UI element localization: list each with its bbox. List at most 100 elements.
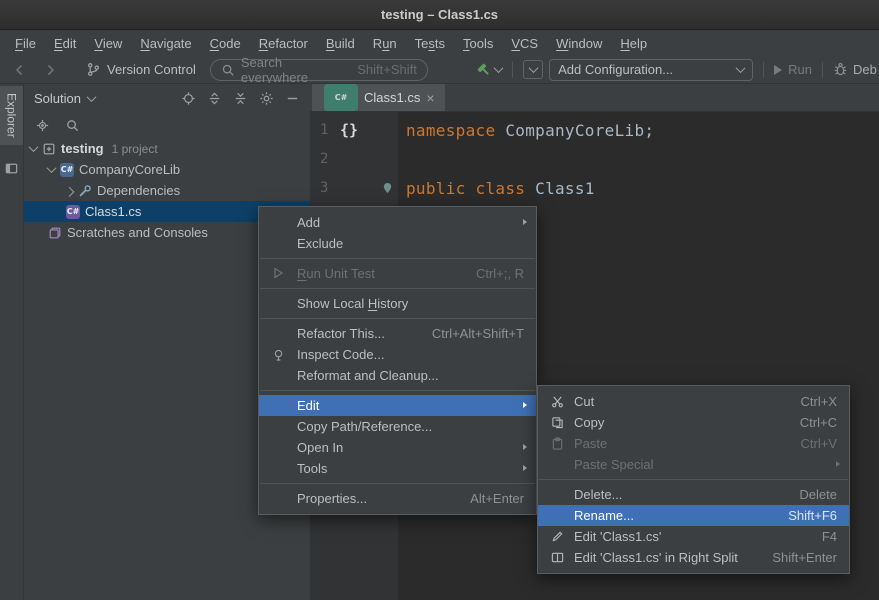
menu-item-paste: Paste Ctrl+V [538, 433, 849, 454]
menu-item-inspect-code[interactable]: Inspect Code... [259, 344, 536, 365]
chevron-right-icon[interactable] [65, 187, 75, 197]
debug-button[interactable]: Deb [833, 62, 879, 77]
menu-tests[interactable]: Tests [406, 33, 454, 54]
menu-file[interactable]: File [6, 33, 45, 54]
menu-item-label: Open In [297, 440, 343, 455]
menu-item-label: Rename... [574, 508, 634, 523]
titlebar[interactable]: testing – Class1.cs [0, 0, 879, 30]
menu-item-rename[interactable]: Rename... Shift+F6 [538, 505, 849, 526]
chevron-down-icon[interactable] [47, 163, 57, 173]
toolbar: Version Control Search everywhere Shift+… [0, 56, 879, 84]
tree-item-label: Dependencies [97, 183, 180, 198]
tree-item-label: CompanyCoreLib [79, 162, 180, 177]
collapse-all-button[interactable] [233, 91, 248, 106]
solution-icon [42, 142, 56, 156]
expand-all-button[interactable] [207, 91, 222, 106]
menu-item-copy[interactable]: Copy Ctrl+C [538, 412, 849, 433]
version-control-button[interactable]: Version Control [86, 62, 196, 77]
window-title: testing – Class1.cs [381, 7, 498, 22]
debug-button-label: Deb [853, 62, 877, 77]
toolbar-separator [822, 62, 823, 78]
explorer-tool-button[interactable]: Explorer [0, 86, 23, 145]
menu-item-copy-path-reference[interactable]: Copy Path/Reference... [259, 416, 536, 437]
menu-code[interactable]: Code [201, 33, 250, 54]
back-button[interactable] [12, 62, 28, 78]
run-config-chevron-button[interactable] [523, 60, 543, 79]
menu-item-shortcut: Delete [775, 487, 837, 502]
context-menu: Add Exclude Run Unit Test Ctrl+;, R Show… [258, 206, 537, 515]
build-solution-button[interactable] [476, 62, 502, 78]
csharp-file-icon: C# [66, 205, 80, 219]
menu-separator [260, 258, 535, 259]
menu-tools[interactable]: Tools [454, 33, 502, 54]
menu-item-exclude[interactable]: Exclude [259, 233, 536, 254]
build-options-chevron-icon[interactable] [494, 63, 504, 73]
tree-item-dependencies[interactable]: Dependencies [24, 180, 310, 201]
menu-vcs[interactable]: VCS [502, 33, 547, 54]
solution-panel-toolbar [24, 112, 310, 138]
menu-item-edit-class1[interactable]: Edit 'Class1.cs' F4 [538, 526, 849, 547]
menu-item-shortcut: Alt+Enter [446, 491, 524, 506]
menu-item-tools[interactable]: Tools [259, 458, 536, 479]
menu-item-reformat-and-cleanup[interactable]: Reformat and Cleanup... [259, 365, 536, 386]
menu-item-delete[interactable]: Delete... Delete [538, 484, 849, 505]
chevron-down-icon[interactable] [29, 142, 39, 152]
menu-item-edit[interactable]: Edit [259, 395, 536, 416]
chevron-down-icon[interactable] [87, 92, 97, 102]
search-shortcut: Shift+Shift [357, 62, 417, 77]
locate-file-button[interactable] [181, 91, 196, 106]
menu-item-cut[interactable]: Cut Ctrl+X [538, 391, 849, 412]
search-placeholder: Search everywhere [241, 56, 351, 84]
settings-button[interactable] [259, 91, 274, 106]
menu-view[interactable]: View [85, 33, 131, 54]
identifier-token: Class1 [525, 179, 595, 198]
close-icon[interactable]: × [426, 91, 434, 105]
find-in-tree-button[interactable] [65, 118, 80, 133]
explorer-tool-label: Explorer [5, 93, 19, 138]
editor-tab-strip: C# Class1.cs × [310, 84, 879, 112]
forward-button[interactable] [42, 62, 58, 78]
menu-navigate[interactable]: Navigate [131, 33, 200, 54]
solution-view-select[interactable]: Solution [34, 91, 81, 106]
menu-item-show-local-history[interactable]: Show Local History [259, 293, 536, 314]
tree-item-suffix: 1 project [112, 142, 158, 156]
line-number: 1 [320, 116, 328, 145]
solution-panel-header: Solution [24, 84, 310, 112]
menu-build[interactable]: Build [317, 33, 364, 54]
code-line-2: 2 [310, 145, 879, 174]
identifier-token: CompanyCoreLib; [495, 121, 654, 140]
tab-label: Class1.cs [364, 90, 420, 105]
tree-item-testing[interactable]: testing 1 project [24, 138, 310, 159]
menu-window[interactable]: Window [547, 33, 611, 54]
menu-item-run-unit-test: Run Unit Test Ctrl+;, R [259, 263, 536, 284]
class-gutter-icon[interactable] [382, 182, 393, 195]
search-everywhere-button[interactable]: Search everywhere Shift+Shift [210, 59, 428, 81]
editor-tab-class1[interactable]: C# Class1.cs × [312, 84, 445, 111]
menu-item-label: Copy [574, 415, 604, 430]
menu-item-open-in[interactable]: Open In [259, 437, 536, 458]
menu-separator [260, 288, 535, 289]
tree-item-companycorelib[interactable]: C# CompanyCoreLib [24, 159, 310, 180]
menu-item-properties[interactable]: Properties... Alt+Enter [259, 488, 536, 509]
search-icon [221, 63, 235, 77]
submenu-arrow-icon [836, 461, 840, 467]
menu-item-add[interactable]: Add [259, 212, 536, 233]
menu-edit[interactable]: Edit [45, 33, 85, 54]
menu-help[interactable]: Help [611, 33, 656, 54]
menu-item-refactor-this[interactable]: Refactor This... Ctrl+Alt+Shift+T [259, 323, 536, 344]
edit-submenu: Cut Ctrl+X Copy Ctrl+C Paste Ctrl+V Past… [537, 385, 850, 574]
scratches-icon [48, 226, 62, 240]
csharp-project-icon: C# [60, 163, 74, 177]
commit-tool-button[interactable] [0, 161, 23, 176]
menu-item-edit-class1-right-split[interactable]: Edit 'Class1.cs' in Right Split Shift+En… [538, 547, 849, 568]
scroll-to-source-button[interactable] [35, 118, 50, 133]
version-control-label: Version Control [107, 62, 196, 77]
menu-run[interactable]: Run [364, 33, 406, 54]
run-button[interactable]: Run [774, 62, 812, 77]
submenu-arrow-icon [523, 444, 527, 450]
hide-panel-button[interactable] [285, 91, 300, 106]
menu-refactor[interactable]: Refactor [250, 33, 317, 54]
menu-item-label: Copy Path/Reference... [297, 419, 432, 434]
code-text: public class Class1 [406, 174, 595, 203]
run-configuration-select[interactable]: Add Configuration... [549, 59, 753, 81]
